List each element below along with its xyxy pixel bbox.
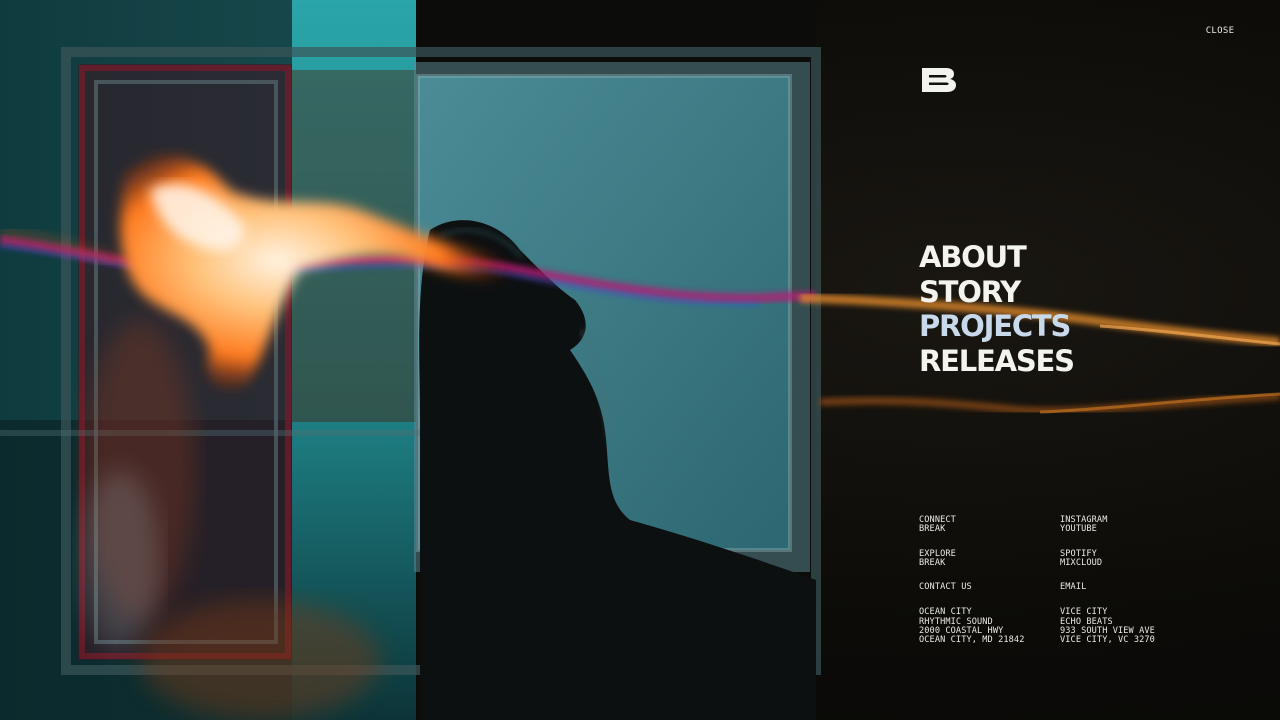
- nav-link-story[interactable]: STORY: [919, 275, 1139, 310]
- youtube-link[interactable]: YOUTUBE: [1060, 524, 1199, 534]
- studios-row: OCEAN CITY RHYTHMIC SOUND 2000 COASTAL H…: [919, 608, 1199, 645]
- explore-label-line2: BREAK: [919, 557, 946, 568]
- main-navigation: ABOUT STORY PROJECTS RELEASES: [919, 240, 1139, 378]
- social-links: INSTAGRAM YOUTUBE: [1060, 515, 1199, 535]
- explore-row: EXPLORE BREAK SPOTIFY MIXCLOUD: [919, 549, 1199, 569]
- studio-locality: VICE CITY, VC 3270: [1060, 635, 1155, 646]
- contact-row: CONTACT US EMAIL: [919, 582, 1199, 593]
- nav-link-about[interactable]: ABOUT: [919, 240, 1139, 275]
- connect-label: CONNECT BREAK: [919, 515, 1060, 535]
- connect-row: CONNECT BREAK INSTAGRAM YOUTUBE: [919, 515, 1199, 535]
- studio-locality: OCEAN CITY, MD 21842: [919, 635, 1025, 646]
- connect-label-line2: BREAK: [919, 524, 946, 535]
- studio-address-vice-city: VICE CITY ECHO BEATS 933 SOUTH VIEW AVE …: [1060, 608, 1199, 645]
- mixcloud-link[interactable]: MIXCLOUD: [1060, 558, 1199, 568]
- footer-info: CONNECT BREAK INSTAGRAM YOUTUBE EXPLORE …: [919, 515, 1199, 646]
- music-links: SPOTIFY MIXCLOUD: [1060, 549, 1199, 569]
- nav-link-projects[interactable]: PROJECTS: [919, 309, 1139, 344]
- close-button[interactable]: CLOSE: [1188, 22, 1252, 40]
- studio-address-ocean-city: OCEAN CITY RHYTHMIC SOUND 2000 COASTAL H…: [919, 608, 1060, 645]
- email-link[interactable]: EMAIL: [1060, 582, 1199, 592]
- nav-link-releases[interactable]: RELEASES: [919, 344, 1139, 379]
- b-logo-icon[interactable]: [922, 68, 956, 92]
- contact-label: CONTACT US: [919, 582, 972, 593]
- logo-mark: [922, 68, 956, 92]
- explore-label: EXPLORE BREAK: [919, 549, 1060, 569]
